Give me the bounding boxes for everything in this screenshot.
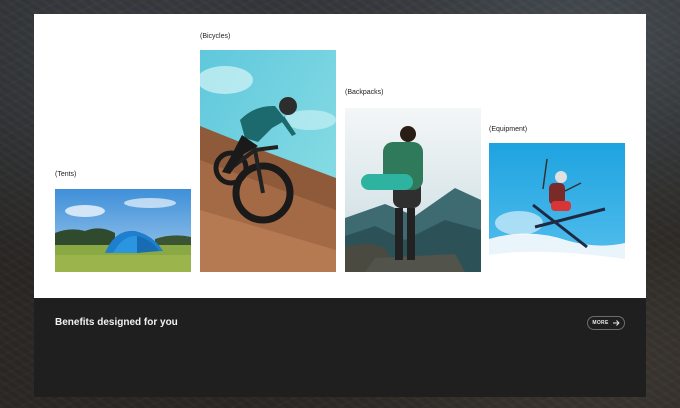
category-label-tents: (Tents) bbox=[55, 171, 77, 178]
category-label-equipment: (Equipment) bbox=[489, 126, 528, 133]
more-button-label: MORE bbox=[592, 320, 609, 326]
bicycles-image[interactable] bbox=[200, 50, 336, 272]
benefits-heading: Benefits designed for you bbox=[55, 317, 178, 328]
benefits-panel: Benefits designed for you MORE bbox=[34, 298, 646, 397]
equipment-image[interactable] bbox=[489, 143, 625, 272]
tents-image[interactable] bbox=[55, 189, 191, 272]
arrow-right-icon bbox=[612, 320, 620, 326]
backpacks-image[interactable] bbox=[345, 108, 481, 272]
category-label-bicycles: (Bicycles) bbox=[200, 33, 231, 40]
more-button[interactable]: MORE bbox=[587, 316, 625, 330]
category-label-backpacks: (Backpacks) bbox=[345, 89, 384, 96]
category-gallery: (Tents) (Bicycles) (Backpacks) (Equipmen… bbox=[34, 14, 646, 298]
